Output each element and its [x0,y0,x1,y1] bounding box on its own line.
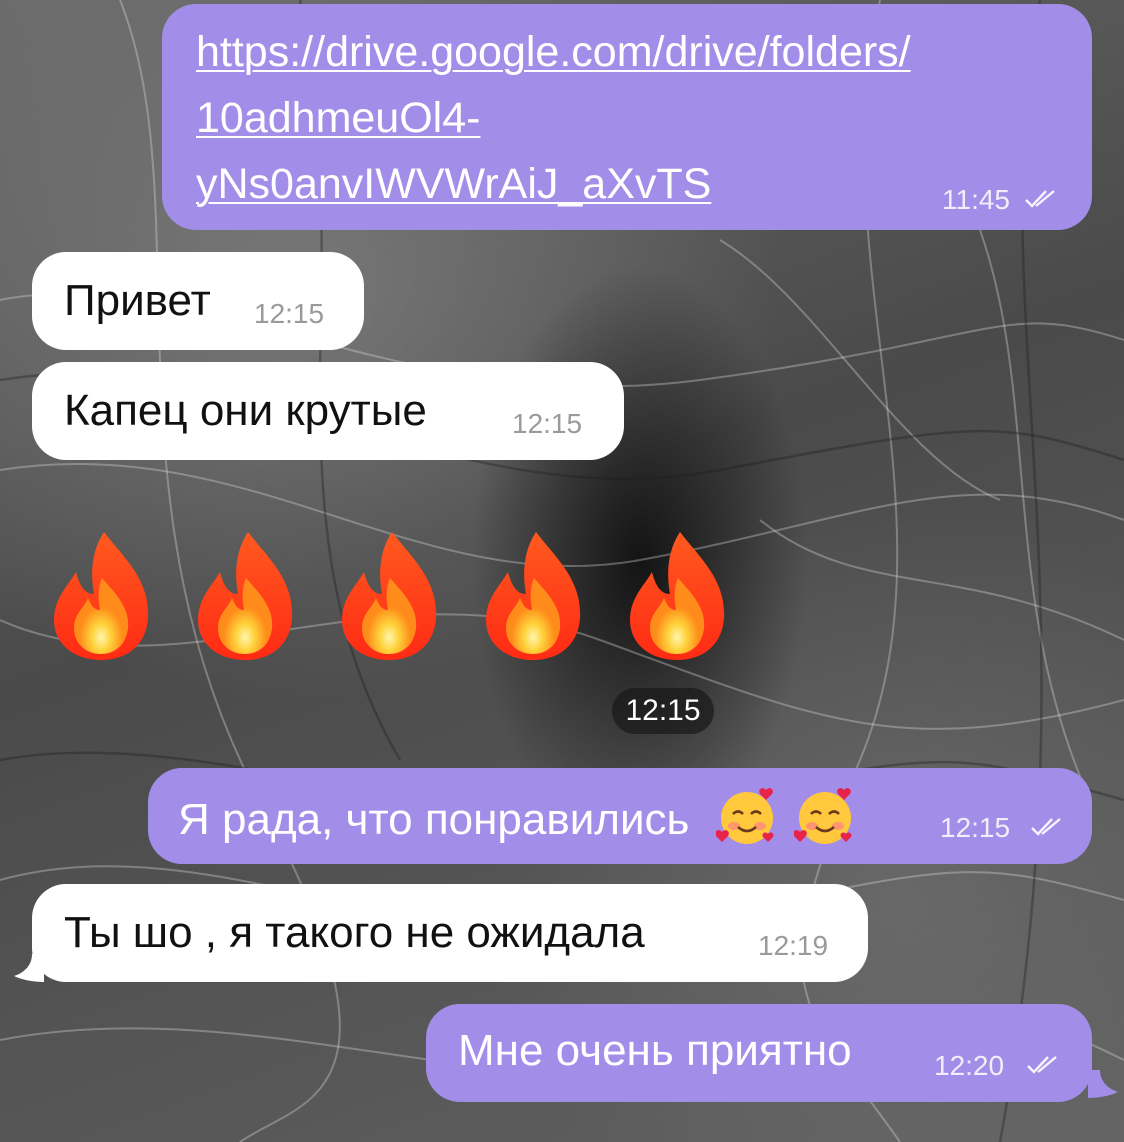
message-text: Я рада, что понравились [178,786,856,848]
fire-icon [342,532,437,660]
message-incoming[interactable]: Ты шо , я такого не ожидала 12:19 [32,884,868,982]
drive-link-line-1[interactable]: https://drive.google.com/drive/folders/ [196,26,911,78]
message-incoming[interactable]: Капец они крутые 12:15 [32,362,624,460]
fire-icon [630,532,725,660]
smiling-face-with-hearts-icon [793,788,852,844]
drive-link-line-3[interactable]: yNs0anvIWVWrAiJ_aXvTS [196,158,711,210]
message-text-content: Я рада, что понравились [178,795,690,844]
message-time: 12:15 [940,812,1011,843]
read-double-check-icon [1025,190,1055,208]
fire-icon [54,532,149,660]
message-outgoing[interactable]: Мне очень приятно 12:20 [426,1004,1092,1102]
message-text: Ты шо , я такого не ожидала [64,908,645,957]
bubble-tail [1088,1070,1118,1098]
drive-link-line-2[interactable]: 10adhmeuOl4- [196,92,480,144]
message-time: 12:15 [254,298,325,329]
message-outgoing[interactable]: Я рада, что понравились 12:15 [148,768,1092,864]
message-text: Привет [64,276,211,325]
message-text: Мне очень приятно [458,1026,852,1075]
message-time: 12:20 [934,1050,1005,1081]
read-double-check-icon [1031,818,1061,836]
bubble-tail [14,954,44,982]
message-outgoing-link[interactable]: https://drive.google.com/drive/folders/ … [162,4,1092,230]
message-text: Капец они крутые [64,386,427,435]
fire-icon [198,532,293,660]
smiling-face-with-hearts-icon [715,788,774,844]
emoji-message-time: 12:15 [612,688,714,734]
message-time: 12:15 [512,408,583,439]
message-incoming[interactable]: Привет 12:15 [32,252,364,350]
fire-icon [486,532,581,660]
message-time: 11:45 [942,184,1010,215]
message-time: 12:19 [758,930,829,961]
read-double-check-icon [1027,1056,1057,1074]
